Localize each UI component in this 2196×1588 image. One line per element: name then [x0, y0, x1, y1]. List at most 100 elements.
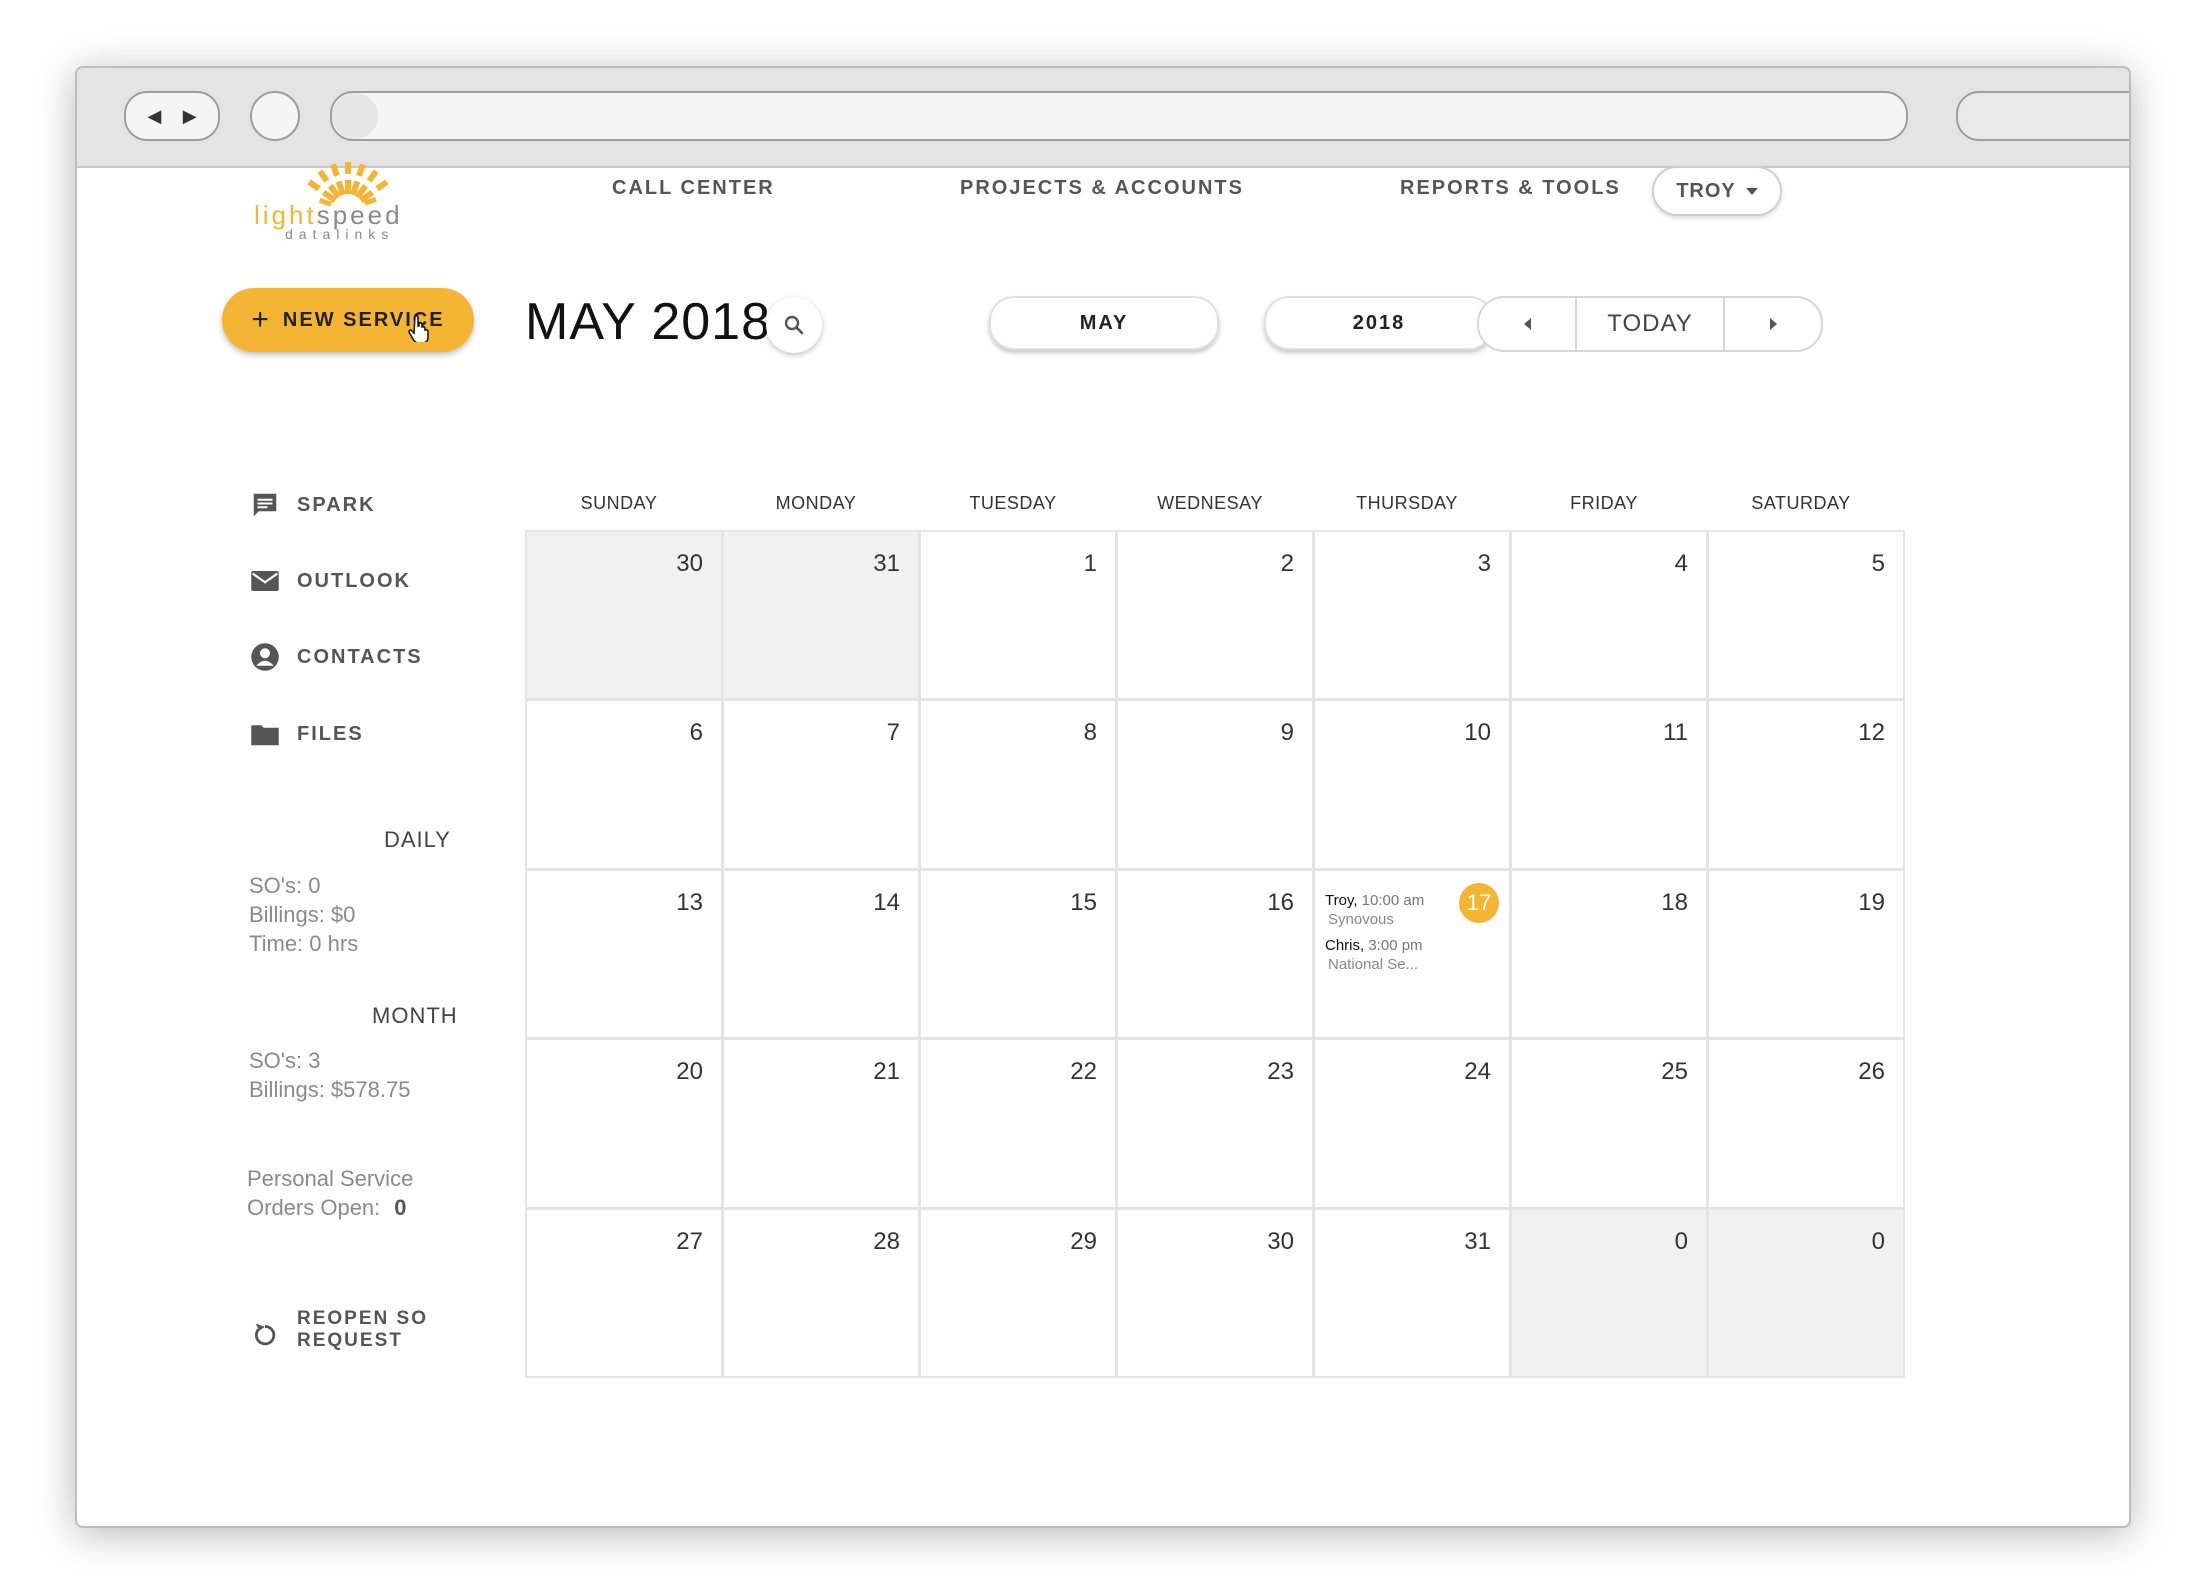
- calendar-day-cell[interactable]: 8: [921, 701, 1115, 868]
- calendar-grid: 30 31 1 2 3 4 5 6 7 8 9 10 11 12 13 14 15 16 17 Troy, 10:00…: [525, 530, 1905, 1378]
- day-number: 1: [1083, 550, 1097, 577]
- day-number: 31: [1464, 1227, 1491, 1255]
- calendar-day-cell[interactable]: 26: [1709, 1040, 1903, 1207]
- calendar-day-cell[interactable]: 23: [1118, 1040, 1312, 1207]
- calendar-day-cell[interactable]: 20: [527, 1040, 721, 1207]
- search-button[interactable]: [766, 297, 822, 353]
- nav-call-center[interactable]: CALL CENTER: [612, 177, 775, 200]
- personal-orders-count: 0: [394, 1195, 407, 1220]
- today-button[interactable]: TODAY: [1575, 298, 1725, 350]
- prev-month-button[interactable]: [1479, 298, 1575, 350]
- day-number: 4: [1674, 550, 1688, 577]
- calendar-event[interactable]: Troy, 10:00 am Synovous: [1325, 891, 1424, 929]
- calendar-day-cell[interactable]: 1: [921, 532, 1115, 699]
- sidebar-item-label: FILES: [297, 722, 364, 745]
- day-number: 19: [1858, 888, 1885, 916]
- next-month-button[interactable]: [1725, 298, 1821, 350]
- user-menu-button[interactable]: TROY: [1652, 166, 1782, 216]
- chevron-left-icon: [1523, 318, 1531, 330]
- day-number: 2: [1280, 550, 1294, 577]
- month-sos: SO's: 3: [249, 1048, 321, 1073]
- calendar-day-cell[interactable]: 5: [1709, 532, 1903, 699]
- calendar-day-cell[interactable]: 16: [1118, 870, 1312, 1038]
- day-number: 12: [1858, 719, 1885, 747]
- nav-projects-accounts[interactable]: PROJECTS & ACCOUNTS: [960, 177, 1244, 200]
- day-number: 11: [1663, 719, 1688, 747]
- refresh-icon: [247, 1316, 283, 1352]
- mail-icon: [247, 563, 283, 599]
- event-time: 3:00 pm: [1364, 936, 1423, 954]
- sidebar-item-contacts[interactable]: CONTACTS: [247, 639, 423, 675]
- calendar-day-cell[interactable]: 10: [1315, 701, 1509, 868]
- event-description: National Se...: [1328, 955, 1419, 973]
- day-number: 0: [1871, 1227, 1885, 1255]
- search-icon: [784, 315, 804, 335]
- address-bar[interactable]: [330, 91, 1908, 141]
- back-arrow-icon[interactable]: ◀: [147, 106, 161, 127]
- daily-heading: DAILY: [384, 827, 451, 852]
- calendar-day-cell[interactable]: 27: [527, 1209, 721, 1376]
- month-select[interactable]: MAY: [989, 296, 1219, 350]
- calendar-day-cell[interactable]: 11: [1512, 701, 1706, 868]
- sidebar-item-label: CONTACTS: [297, 645, 423, 668]
- day-number: 29: [1070, 1227, 1097, 1255]
- calendar-day-cell[interactable]: 29: [921, 1209, 1115, 1376]
- calendar-day-cell[interactable]: 24: [1315, 1040, 1509, 1207]
- calendar-day-cell[interactable]: 9: [1118, 701, 1312, 868]
- calendar-day-cell[interactable]: 31: [1315, 1209, 1509, 1376]
- calendar-day-cell[interactable]: 7: [724, 701, 918, 868]
- reload-button[interactable]: [250, 91, 300, 141]
- calendar-day-cell[interactable]: 30: [527, 532, 721, 699]
- calendar-day-cell[interactable]: 13: [527, 870, 721, 1038]
- calendar-day-cell[interactable]: 4: [1512, 532, 1706, 699]
- day-number: 30: [1267, 1227, 1294, 1255]
- chevron-right-icon: [1769, 318, 1777, 330]
- personal-orders-line2: Orders Open:: [247, 1195, 381, 1220]
- calendar-day-cell[interactable]: 25: [1512, 1040, 1706, 1207]
- month-heading: MONTH: [372, 1003, 458, 1028]
- weekday-label: WEDNESAY: [1157, 493, 1263, 513]
- logo-subtitle: datalinks: [285, 226, 395, 242]
- personal-orders-open: Personal Service Orders Open: 0: [247, 1164, 413, 1222]
- calendar-day-cell[interactable]: 15: [921, 870, 1115, 1038]
- calendar-day-cell[interactable]: 22: [921, 1040, 1115, 1207]
- event-owner: Troy,: [1325, 891, 1358, 909]
- event-description: Synovous: [1328, 910, 1394, 928]
- event-time: 10:00 am: [1357, 891, 1425, 909]
- calendar-day-cell[interactable]: 12: [1709, 701, 1903, 868]
- calendar-day-cell[interactable]: 30: [1118, 1209, 1312, 1376]
- calendar-day-cell[interactable]: 19: [1709, 870, 1903, 1038]
- nav-reports-tools[interactable]: REPORTS & TOOLS: [1400, 177, 1621, 200]
- personal-orders-line1: Personal Service: [247, 1166, 414, 1191]
- calendar-day-cell[interactable]: 0: [1512, 1209, 1706, 1376]
- day-number: 3: [1477, 550, 1491, 577]
- sidebar-item-spark[interactable]: SPARK: [247, 487, 376, 523]
- calendar-day-cell[interactable]: 14: [724, 870, 918, 1038]
- calendar-day-cell[interactable]: 28: [724, 1209, 918, 1376]
- day-number: 25: [1661, 1058, 1688, 1086]
- new-service-button[interactable]: + NEW SERVICE: [222, 288, 474, 352]
- calendar-day-cell[interactable]: 18: [1512, 870, 1706, 1038]
- year-select[interactable]: 2018: [1264, 296, 1494, 350]
- day-number: 15: [1070, 888, 1097, 916]
- weekday-label: TUESDAY: [969, 493, 1057, 513]
- browser-search-bar[interactable]: [1956, 91, 2129, 141]
- weekday-label: THURSDAY: [1356, 493, 1458, 513]
- sidebar-item-outlook[interactable]: OUTLOOK: [247, 563, 411, 599]
- calendar-day-cell[interactable]: 2: [1118, 532, 1312, 699]
- calendar-day-cell[interactable]: 31: [724, 532, 918, 699]
- calendar-day-cell[interactable]: 6: [527, 701, 721, 868]
- forward-arrow-icon[interactable]: ▶: [183, 106, 197, 127]
- day-number: 9: [1280, 719, 1294, 747]
- calendar-event[interactable]: Chris, 3:00 pm National Se...: [1325, 936, 1424, 974]
- calendar-day-cell[interactable]: 17 Troy, 10:00 am Synovous Chris, 3:00 pm Na…: [1315, 870, 1509, 1038]
- browser-nav-buttons: ◀ ▶: [124, 91, 220, 141]
- site-icon: [332, 93, 378, 139]
- selected-day-number: 17: [1459, 882, 1499, 923]
- calendar-day-cell[interactable]: 0: [1709, 1209, 1903, 1376]
- sidebar-item-files[interactable]: FILES: [247, 716, 364, 752]
- chat-icon: [247, 487, 283, 523]
- calendar-day-cell[interactable]: 3: [1315, 532, 1509, 699]
- calendar-day-cell[interactable]: 21: [724, 1040, 918, 1207]
- reopen-so-request-button[interactable]: REOPEN SO REQUEST: [247, 1308, 437, 1352]
